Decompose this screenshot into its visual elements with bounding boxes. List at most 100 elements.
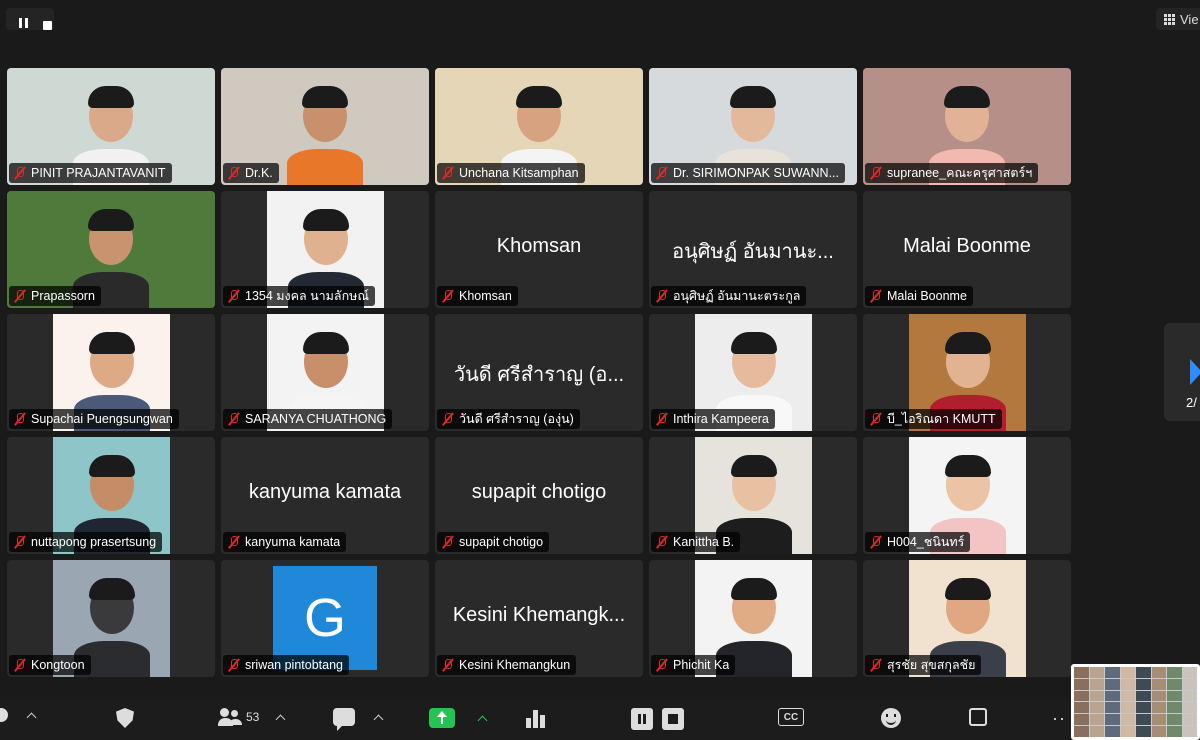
apps-icon	[969, 708, 987, 726]
participants-button[interactable]: 53	[218, 708, 286, 726]
chat-icon	[333, 708, 355, 731]
audio-button[interactable]	[0, 708, 37, 722]
closed-caption-button[interactable]: CC	[778, 708, 804, 726]
thumbnail-cell	[1074, 726, 1089, 737]
person-hair	[302, 209, 349, 231]
chevron-up-icon[interactable]	[26, 712, 37, 722]
participant-tile[interactable]: Khomsan Khomsan	[435, 191, 643, 308]
thumbnail-cell	[1074, 714, 1089, 726]
gallery-thumbnail-preview[interactable]	[1071, 664, 1200, 740]
mic-muted-icon	[227, 535, 240, 549]
participant-tile[interactable]: วันดี ศรีสำราญ (อ... วันดี ศรีสำราญ (องุ่…	[435, 314, 643, 431]
thumbnail-grid	[1074, 667, 1197, 737]
stop-record-button[interactable]	[662, 708, 684, 730]
participant-name: 1354 มงคล นามลักษณ์	[245, 289, 369, 303]
thumbnail-cell	[1089, 726, 1104, 737]
participant-tile[interactable]: อนุศิษฏ์ อันมานะ... อนุศิษฏ์ อันมานะตระกู…	[649, 191, 857, 308]
person-hair	[302, 86, 348, 108]
name-tag: sriwan pintobtang	[223, 655, 349, 675]
mic-muted-icon	[655, 658, 668, 672]
participant-tile[interactable]: Inthira Kampeera	[649, 314, 857, 431]
chevron-up-icon[interactable]	[477, 715, 488, 725]
person-hair	[730, 332, 777, 354]
participant-tile[interactable]: nuttapong prasertsung	[7, 437, 215, 554]
participant-tile[interactable]: 1354 มงคล นามลักษณ์	[221, 191, 429, 308]
participant-name: Dr.K.	[245, 166, 273, 180]
more-button[interactable]: ··	[1052, 708, 1066, 729]
pause-record-button[interactable]	[631, 708, 653, 730]
participant-tile[interactable]: Kongtoon	[7, 560, 215, 677]
participant-tile[interactable]: supranee_คณะครุศาสตร์ฯ	[863, 68, 1071, 185]
participant-tile[interactable]: H004_ชนินทร์	[863, 437, 1071, 554]
thumbnail-cell	[1167, 702, 1182, 714]
participant-name: Unchana Kitsamphan	[459, 166, 579, 180]
thumbnail-cell	[1182, 714, 1197, 726]
thumbnail-cell	[1105, 678, 1120, 690]
thumbnail-cell	[1089, 702, 1104, 714]
view-button[interactable]: Vie	[1156, 8, 1200, 30]
participant-tile[interactable]: supapit chotigo supapit chotigo	[435, 437, 643, 554]
participant-name: บี_ไอริณดา KMUTT	[887, 412, 996, 426]
chevron-up-icon[interactable]	[373, 714, 384, 724]
person-hair	[88, 455, 135, 477]
name-tag: Unchana Kitsamphan	[437, 163, 585, 183]
chat-button[interactable]	[333, 708, 384, 731]
share-screen-button[interactable]	[429, 708, 488, 728]
thumbnail-cell	[1151, 667, 1166, 678]
mic-muted-icon	[441, 658, 454, 672]
participant-name: PINIT PRAJANTAVANIT	[31, 166, 166, 180]
participant-tile[interactable]: kanyuma kamata kanyuma kamata	[221, 437, 429, 554]
participant-name: Inthira Kampeera	[673, 412, 769, 426]
next-page-button[interactable]: 2/	[1164, 323, 1200, 421]
apps-button[interactable]	[969, 708, 987, 726]
security-button[interactable]	[116, 708, 134, 728]
stop-recording-icon[interactable]	[43, 21, 52, 30]
participant-name: H004_ชนินทร์	[887, 535, 965, 549]
polls-button[interactable]	[526, 708, 546, 728]
participant-name: nuttapong prasertsung	[31, 535, 157, 549]
participant-name: Supachai Puengsungwan	[31, 412, 173, 426]
participant-tile[interactable]: Dr. SIRIMONPAK SUWANN...	[649, 68, 857, 185]
participant-tile[interactable]: Prapassorn	[7, 191, 215, 308]
thumbnail-cell	[1120, 678, 1135, 690]
person-hair	[944, 455, 991, 477]
arrow-right-icon	[1190, 359, 1200, 385]
closed-caption-icon: CC	[778, 708, 804, 726]
thumbnail-cell	[1089, 690, 1104, 702]
participant-tile[interactable]: Kesini Khemangk... Kesini Khemangkun	[435, 560, 643, 677]
stop-icon	[662, 708, 684, 730]
thumbnail-cell	[1151, 702, 1166, 714]
participant-name: Phichit Ka	[673, 658, 730, 672]
meeting-toolbar: 53 CC ··	[0, 700, 1071, 740]
participant-tile[interactable]: Dr.K.	[221, 68, 429, 185]
name-tag: Kesini Khemangkun	[437, 655, 577, 675]
participant-tile[interactable]: Gsriwan pintobtang	[221, 560, 429, 677]
participant-tile[interactable]: PINIT PRAJANTAVANIT	[7, 68, 215, 185]
thumbnail-cell	[1151, 714, 1166, 726]
pause-recording-icon[interactable]	[19, 18, 28, 28]
participant-tile[interactable]: สุรชัย สุขสกุลชัย	[863, 560, 1071, 677]
name-tag: Malai Boonme	[865, 286, 973, 306]
participant-tile[interactable]: Unchana Kitsamphan	[435, 68, 643, 185]
chevron-up-icon[interactable]	[275, 714, 286, 724]
participant-tile[interactable]: Phichit Ka	[649, 560, 857, 677]
reactions-button[interactable]	[881, 708, 901, 728]
mic-muted-icon	[869, 289, 882, 303]
participant-tile[interactable]: Kanittha B.	[649, 437, 857, 554]
thumbnail-cell	[1120, 690, 1135, 702]
gallery-view: PINIT PRAJANTAVANIT Dr.K. Unchana Kitsamph…	[7, 68, 1073, 680]
participant-name: supapit chotigo	[459, 535, 544, 549]
mic-muted-icon	[869, 412, 882, 426]
mic-muted-icon	[655, 289, 668, 303]
mic-muted-icon	[227, 166, 240, 180]
name-tag: Prapassorn	[9, 286, 101, 306]
person-hair	[944, 578, 991, 600]
participant-tile[interactable]: Malai Boonme Malai Boonme	[863, 191, 1071, 308]
participant-tile[interactable]: Supachai Puengsungwan	[7, 314, 215, 431]
participant-display-name: supapit chotigo	[471, 481, 607, 503]
participant-tile[interactable]: SARANYA CHUATHONG	[221, 314, 429, 431]
name-tag: Khomsan	[437, 286, 518, 306]
participant-tile[interactable]: บี_ไอริณดา KMUTT	[863, 314, 1071, 431]
name-tag: PINIT PRAJANTAVANIT	[9, 163, 172, 183]
mic-muted-icon	[227, 289, 240, 303]
